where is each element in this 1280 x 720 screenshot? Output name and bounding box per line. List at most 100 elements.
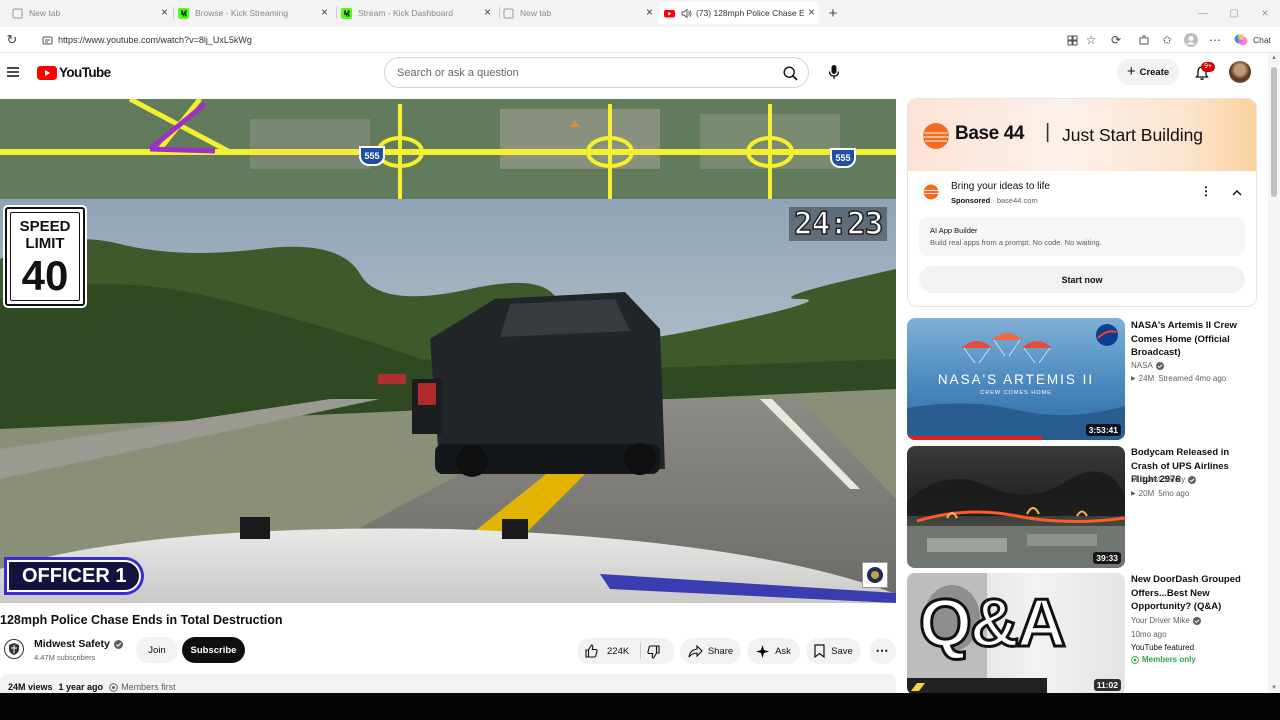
tab-kick-browse[interactable]: Browse - Kick Streaming × (178, 2, 332, 24)
scrollbar-thumb[interactable] (1271, 67, 1277, 197)
close-tab-icon[interactable]: × (646, 5, 653, 19)
microphone-icon[interactable] (824, 62, 844, 82)
recommendation-card-2[interactable]: 39:33 Bodycam Released in Crash of UPS A… (907, 446, 1257, 568)
close-tab-icon[interactable]: × (808, 5, 815, 19)
nasa-logo-icon (1096, 324, 1118, 346)
duration-2: 39:33 (1093, 552, 1121, 564)
rec-title-3[interactable]: New DoorDash Grouped Offers...Best New O… (1131, 573, 1251, 614)
like-icon[interactable] (584, 643, 599, 659)
browser-tab-bar: New tab × Browse - Kick Streaming × Stre… (0, 0, 1280, 27)
refresh-icon[interactable]: ↻ (4, 32, 20, 48)
youtube-icon (664, 9, 675, 17)
youtube-logo[interactable]: YouTube (37, 65, 111, 80)
thumbnail-2[interactable]: 39:33 (907, 446, 1125, 568)
video-frame (0, 99, 896, 603)
ad-banner[interactable]: Base 44 | Just Start Building (908, 99, 1256, 171)
thumbnail-1[interactable]: NASA'S ARTEMIS II CREW COMES HOME 3:53:4… (907, 318, 1125, 440)
duration-3: 11:02 (1093, 679, 1121, 691)
members-first: Members first (121, 682, 176, 692)
thumbnail-title-1: NASA'S ARTEMIS II (937, 372, 1095, 387)
youtube-play-logo-icon (37, 65, 57, 80)
upload-age: 1 year ago (58, 682, 104, 692)
maximize-icon[interactable]: ▢ (1227, 4, 1241, 22)
more-actions-icon[interactable]: ⋯ (869, 638, 896, 664)
tab-new-tab-2[interactable]: New tab × (503, 2, 657, 24)
verified-check-icon (113, 639, 123, 649)
channel-crest-icon (9, 643, 19, 655)
close-tab-icon[interactable]: × (484, 5, 491, 19)
subscribe-button[interactable]: Subscribe (182, 637, 245, 663)
save-button[interactable]: Save (806, 638, 861, 664)
avatar[interactable] (1229, 61, 1251, 83)
tab-kick-dashboard[interactable]: Stream - Kick Dashboard × (341, 2, 495, 24)
plus-icon: + (1126, 62, 1136, 80)
favorite-star-icon[interactable]: ☆ (1083, 32, 1099, 48)
recommendation-card-3[interactable]: Q&A 11:02 New DoorDash Grouped Offers...… (907, 573, 1257, 693)
create-button[interactable]: + Create (1117, 59, 1179, 85)
video-player[interactable]: 555 555 SPEED LIMIT 40 24:23 OFFICER 1 (0, 99, 896, 603)
copilot-icon[interactable] (1233, 32, 1249, 48)
close-tab-icon[interactable]: × (321, 5, 328, 19)
youtube-page: YouTube Search or ask a question + Creat… (0, 53, 1268, 693)
minimize-icon[interactable]: — (1196, 4, 1210, 22)
scroll-down-arrow-icon[interactable]: ▼ (1271, 685, 1277, 691)
like-dislike-group: 224K (577, 638, 675, 664)
app-icon[interactable] (1064, 32, 1080, 48)
base44-logo-icon (923, 123, 949, 149)
favorites-icon[interactable]: ✩ (1159, 32, 1175, 48)
share-button[interactable]: Share (680, 638, 741, 664)
scroll-up-arrow-icon[interactable]: ▲ (1271, 55, 1277, 61)
start-now-button[interactable]: Start now (919, 266, 1245, 293)
sponsored-label: Sponsored (951, 196, 991, 205)
more-menu-icon[interactable]: ⋯ (1207, 32, 1223, 48)
hamburger-menu-icon[interactable] (5, 64, 21, 80)
rec-title-1[interactable]: NASA's Artemis II Crew Comes Home (Offic… (1131, 319, 1251, 360)
ad-menu-icon[interactable]: ⋮ (1200, 184, 1212, 198)
speed-limit-sign: SPEED LIMIT 40 (5, 207, 85, 306)
tab-new-tab-1[interactable]: New tab × (12, 2, 172, 24)
search-icon[interactable] (783, 66, 798, 81)
ask-button[interactable]: Ask (747, 638, 800, 664)
sparkle-icon (756, 644, 770, 658)
profile-icon[interactable] (1183, 32, 1199, 48)
chevron-up-icon[interactable] (1232, 189, 1242, 196)
channel-watermark-icon[interactable] (862, 562, 888, 588)
site-info-icon[interactable] (42, 35, 53, 46)
new-tab-plus-icon[interactable]: + (824, 4, 842, 22)
speaker-icon[interactable] (681, 8, 692, 19)
tab-label: Browse - Kick Streaming (195, 8, 289, 18)
rec-views-1: 24M (1138, 374, 1155, 383)
page-scrollbar[interactable]: ▲ ▼ (1268, 53, 1280, 693)
join-button[interactable]: Join (136, 637, 178, 663)
extensions-icon[interactable] (1136, 32, 1152, 48)
tab-youtube-active[interactable]: (73) 128mph Police Chase End × (659, 2, 819, 24)
channel-avatar[interactable] (4, 639, 24, 659)
close-tab-icon[interactable]: × (161, 5, 168, 19)
speed-limit-line1: SPEED (19, 218, 71, 235)
verified-check-icon (1188, 475, 1197, 484)
description-box[interactable]: 24M views 1 year ago Members first (0, 674, 896, 693)
search-box[interactable]: Search or ask a question (384, 57, 809, 88)
rec-views-2: 20M (1138, 489, 1155, 498)
recommendation-card-1[interactable]: NASA'S ARTEMIS II CREW COMES HOME 3:53:4… (907, 318, 1257, 440)
rec-channel-3[interactable]: Your Driver Mike (1131, 616, 1190, 625)
thumbnail-title-3: Q&A (917, 584, 1067, 663)
rec-channel-2[interactable]: Midwest Safety (1131, 475, 1185, 484)
ad-card-desc: Build real apps from a prompt. No code. … (930, 238, 1102, 247)
chat-label[interactable]: Chat (1253, 35, 1271, 45)
members-icon (109, 682, 118, 692)
dislike-icon[interactable] (646, 644, 661, 659)
close-window-icon[interactable]: × (1258, 4, 1272, 22)
channel-name[interactable]: Midwest Safety (34, 638, 110, 650)
sponsored-ad[interactable]: Base 44 | Just Start Building Bring your… (907, 98, 1257, 307)
ad-product-card[interactable]: AI App Builder Build real apps from a pr… (919, 217, 1245, 256)
url-field[interactable]: https://www.youtube.com/watch?v=8lj_UxL5… (37, 30, 1077, 50)
rec-channel-1[interactable]: NASA (1131, 361, 1153, 370)
thumbnail-3[interactable]: Q&A 11:02 (907, 573, 1125, 693)
address-bar: ↻ https://www.youtube.com/watch?v=8lj_Ux… (0, 27, 1280, 53)
extension-refresh-icon[interactable]: ⟳ (1108, 32, 1124, 48)
share-icon (688, 644, 703, 657)
like-count[interactable]: 224K (607, 646, 629, 657)
channel-name-row[interactable]: Midwest Safety (34, 638, 123, 650)
new-tab-icon (12, 8, 23, 18)
